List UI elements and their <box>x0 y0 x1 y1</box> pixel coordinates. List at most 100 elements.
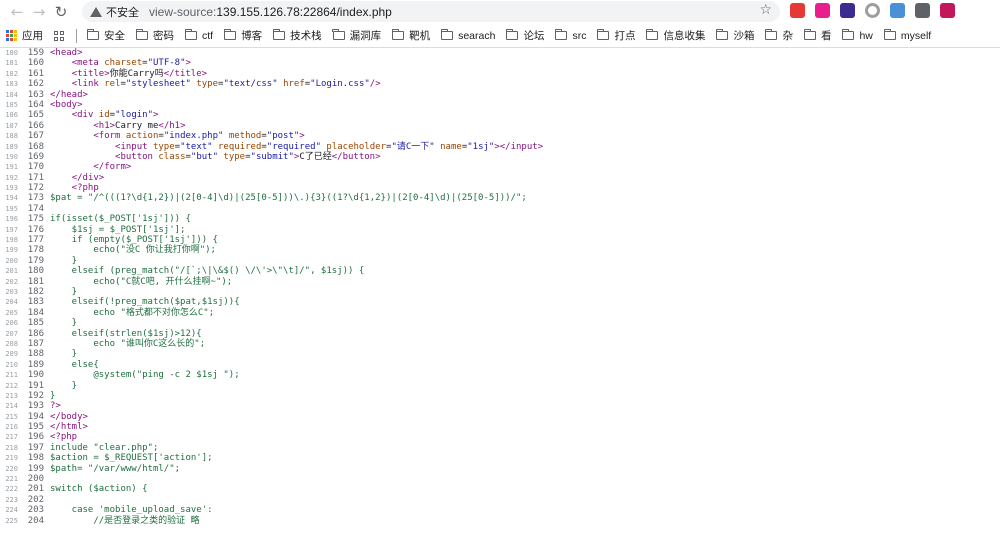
bookmark-folder[interactable]: ctf <box>184 29 213 42</box>
bookmark-folder[interactable]: 安全 <box>86 28 125 43</box>
outer-line-number: 189 <box>5 142 18 151</box>
back-icon[interactable]: ← <box>6 1 28 23</box>
outer-line-number: 201 <box>5 267 18 276</box>
line-number: 159 <box>27 48 44 58</box>
bookmark-folder[interactable]: 靶机 <box>391 28 430 43</box>
outer-line-number: 187 <box>5 121 18 130</box>
bookmark-folder[interactable]: 打点 <box>597 28 635 43</box>
address-bar[interactable]: 不安全 view-source:139.155.126.78:22864/ind… <box>82 1 780 22</box>
line-number: 163 <box>27 89 44 100</box>
bookmark-folder[interactable]: searach <box>440 29 495 42</box>
folder-icon <box>135 29 148 40</box>
bookmark-folder[interactable]: hw <box>842 29 873 42</box>
extension-icon[interactable] <box>840 3 855 18</box>
source-line: 207 186 elseif(strlen($1sj)>12){ <box>0 329 1000 339</box>
forward-icon[interactable]: → <box>28 1 50 23</box>
folder-icon <box>440 29 454 40</box>
line-number: 168 <box>27 141 44 152</box>
code-text: <div id="login"> <box>71 110 159 121</box>
bookmark-folder[interactable]: 杂 <box>765 28 793 43</box>
code-text: </form> <box>93 162 132 173</box>
folder-icon <box>86 29 99 40</box>
code-text: echo "谁叫你C这么长的"; <box>50 338 206 349</box>
code-text: } <box>50 380 78 391</box>
code-text: if (empty($_POST['1sj'])) { <box>50 235 218 246</box>
line-number: 166 <box>27 120 44 131</box>
extension-icon[interactable] <box>865 3 880 18</box>
bookmark-folder[interactable]: 漏洞库 <box>332 28 381 43</box>
code-text: <h1>Carry me</h1> <box>93 120 186 131</box>
bookmark-folder[interactable]: src <box>555 29 586 42</box>
folder-icon <box>391 29 405 40</box>
bookmark-folder[interactable]: 看 <box>803 28 831 43</box>
line-number: 203 <box>27 505 44 516</box>
code-text: case 'mobile_upload_save': <box>50 505 213 516</box>
source-line: 211 190 @system("ping -c 2 $1sj "); <box>0 370 1000 380</box>
outer-line-number: 196 <box>5 215 18 224</box>
code-text: $path= "/var/www/html/"; <box>50 463 181 474</box>
line-number: 172 <box>27 183 44 194</box>
source-line: 189 168 <input type="text" required="requ… <box>0 142 1000 152</box>
line-number: 165 <box>27 110 44 121</box>
line-number: 193 <box>27 401 44 412</box>
code-text: ?> <box>50 401 61 412</box>
source-line: 209 188 } <box>0 349 1000 359</box>
outer-line-number: 188 <box>5 132 18 141</box>
source-line: 208 187 echo "谁叫你C这么长的"; <box>0 339 1000 349</box>
folder-icon <box>597 29 610 40</box>
bookmark-folder[interactable]: 沙箱 <box>716 28 754 43</box>
url-text[interactable]: view-source:139.155.126.78:22864/index.p… <box>149 5 392 19</box>
line-number: 175 <box>27 214 44 225</box>
outer-line-number: 186 <box>5 111 18 120</box>
star-icon[interactable]: ☆ <box>759 2 772 18</box>
source-line: 218 197 include "clear.php"; <box>0 443 1000 453</box>
bookmark-folder[interactable]: myself <box>883 29 931 42</box>
line-number: 189 <box>27 359 44 370</box>
extension-icon[interactable] <box>940 3 955 18</box>
bookmark-folder[interactable]: 博客 <box>223 28 262 43</box>
source-line: 204 183 elseif(!preg_match($pat,$1sj)){ <box>0 297 1000 307</box>
outer-line-number: 197 <box>5 225 18 234</box>
code-text: $1sj = $_POST['1sj']; <box>50 224 186 235</box>
outer-line-number: 204 <box>5 298 18 307</box>
source-line: 191 170 </form> <box>0 162 1000 172</box>
outer-line-number: 199 <box>5 246 18 255</box>
source-line: 219 198 $action = $_REQUEST['action']; <box>0 453 1000 463</box>
bookmark-folder[interactable]: 密码 <box>135 28 174 43</box>
apps-shortcut[interactable]: 应用 <box>6 28 43 43</box>
line-number: 176 <box>27 224 44 235</box>
reload-icon[interactable]: ↻ <box>50 1 72 23</box>
outer-line-number: 216 <box>5 423 18 432</box>
source-line: 213 192} <box>0 391 1000 401</box>
bookmark-folder[interactable]: 论坛 <box>506 28 544 43</box>
source-line: 183 162 <link rel="stylesheet" type="text… <box>0 79 1000 89</box>
code-text: echo "格式都不对你怎么C"; <box>50 307 215 318</box>
source-line: 196 175 if(isset($_POST['1sj'])) { <box>0 214 1000 224</box>
code-text: </div> <box>71 172 105 183</box>
line-number: 202 <box>27 494 44 505</box>
line-number: 171 <box>27 172 44 183</box>
browser-toolbar: ← → ↻ 不安全 view-source:139.155.126.78:228… <box>0 0 1000 24</box>
folder-icon <box>646 29 659 40</box>
code-text: } <box>50 349 78 360</box>
bookmark-folder[interactable]: 信息收集 <box>646 28 705 43</box>
extension-icon[interactable] <box>890 3 905 18</box>
security-indicator[interactable]: 不安全 <box>90 4 139 20</box>
line-number: 181 <box>27 276 44 287</box>
outer-line-number: 218 <box>5 443 18 452</box>
source-line: 202 181 echo("C就C吧, 开什么挂啊~"); <box>0 277 1000 287</box>
extension-icon[interactable] <box>790 3 805 18</box>
code-text: $pat = "/^(((1?\d{1,2})|(2[0-4]\d)|(25[0… <box>50 193 527 204</box>
folder-icon <box>842 29 855 40</box>
source-line: 190 169 <button class="but" type="submit"… <box>0 152 1000 162</box>
apps-grid-icon <box>6 30 17 41</box>
extension-icon[interactable] <box>915 3 930 18</box>
tab-grid-icon[interactable] <box>54 30 64 41</box>
extension-icon[interactable] <box>815 3 830 18</box>
line-number: 179 <box>27 255 44 266</box>
line-number: 173 <box>27 193 44 204</box>
bookmark-folder[interactable]: 技术栈 <box>272 28 322 43</box>
source-line: 216 195 </html> <box>0 422 1000 432</box>
line-number: 196 <box>27 432 44 443</box>
outer-line-number: 224 <box>5 506 18 515</box>
